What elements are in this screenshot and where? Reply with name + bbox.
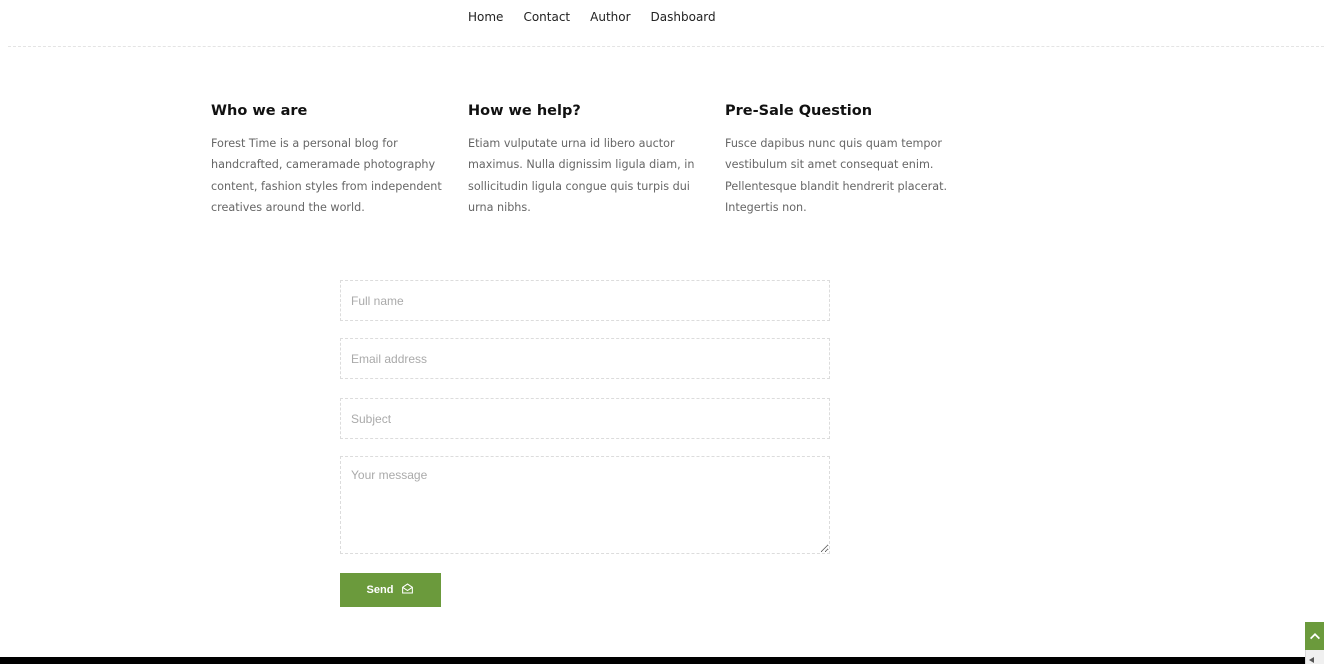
full-name-input[interactable] — [340, 280, 830, 321]
info-who-we-are: Who we are Forest Time is a personal blo… — [211, 101, 468, 218]
send-button-label: Send — [366, 584, 394, 596]
nav-item-home[interactable]: Home — [468, 10, 503, 24]
arrow-left-icon — [1309, 648, 1314, 664]
info-section: Who we are Forest Time is a personal blo… — [211, 101, 982, 218]
chevron-up-icon — [1308, 628, 1322, 647]
nav-item-author[interactable]: Author — [590, 10, 630, 24]
subject-input[interactable] — [340, 398, 830, 439]
info-pre-sale-question: Pre-Sale Question Fusce dapibus nunc qui… — [725, 101, 982, 218]
info-title: How we help? — [468, 103, 581, 119]
send-button[interactable]: Send — [340, 573, 441, 607]
info-text: Fusce dapibus nunc quis quam tempor vest… — [725, 137, 948, 214]
top-nav: Home Contact Author Dashboard — [0, 0, 1324, 47]
info-title: Who we are — [211, 103, 308, 119]
message-textarea[interactable] — [340, 456, 830, 554]
nav-divider — [8, 46, 1324, 47]
footer-bar — [0, 657, 1305, 664]
email-input[interactable] — [340, 338, 830, 379]
nav-item-dashboard[interactable]: Dashboard — [651, 10, 716, 24]
back-to-top-button[interactable] — [1305, 622, 1324, 650]
nav-links: Home Contact Author Dashboard — [468, 10, 716, 24]
info-text: Etiam vulputate urna id libero auctor ma… — [468, 137, 695, 214]
page: Home Contact Author Dashboard Who we are… — [0, 0, 1324, 664]
scrollbar-arrow-left[interactable] — [1305, 650, 1324, 664]
info-title: Pre-Sale Question — [725, 103, 873, 119]
nav-item-contact[interactable]: Contact — [523, 10, 570, 24]
contact-form: Send — [340, 280, 830, 607]
info-how-we-help: How we help? Etiam vulputate urna id lib… — [468, 101, 725, 218]
info-text: Forest Time is a personal blog for handc… — [211, 137, 442, 214]
envelope-open-icon — [401, 582, 414, 598]
